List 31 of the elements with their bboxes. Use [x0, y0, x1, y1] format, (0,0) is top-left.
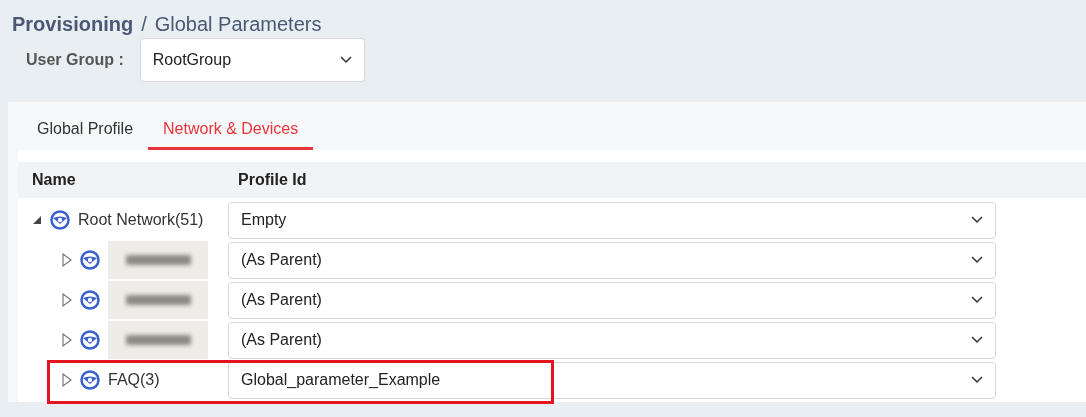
- network-icon: [50, 210, 70, 230]
- tab[interactable]: Global Profile: [22, 110, 149, 150]
- profile-select[interactable]: (As Parent): [228, 241, 996, 279]
- breadcrumb-link[interactable]: Provisioning: [12, 9, 134, 39]
- collapse-icon[interactable]: [32, 215, 42, 225]
- network-icon: [80, 370, 100, 390]
- network-icon: [80, 250, 100, 270]
- breadcrumb-separator: /: [141, 12, 147, 37]
- chevron-down-icon: [971, 256, 983, 264]
- page-title: Global Parameters: [154, 12, 322, 37]
- chevron-down-icon: [971, 296, 983, 304]
- chevron-down-icon: [339, 56, 352, 64]
- expand-icon[interactable]: [62, 253, 72, 267]
- column-header: Name: [31, 170, 77, 190]
- profile-select[interactable]: (As Parent): [228, 321, 996, 359]
- profile-select[interactable]: Global_parameter_Example: [228, 361, 996, 399]
- network-icon: [80, 330, 100, 350]
- chevron-down-icon: [971, 216, 983, 224]
- chevron-down-icon: [971, 336, 983, 344]
- user-group-select[interactable]: RootGroup: [139, 38, 365, 82]
- network-name[interactable]: Root Network(51): [78, 208, 204, 232]
- chevron-down-icon: [971, 376, 983, 384]
- expand-icon[interactable]: [62, 373, 72, 387]
- field-label: User Group :: [26, 50, 124, 70]
- column-header: Profile Id: [237, 170, 307, 190]
- profile-select[interactable]: (As Parent): [228, 281, 996, 319]
- expand-icon[interactable]: [62, 293, 72, 307]
- expand-icon[interactable]: [62, 333, 72, 347]
- network-icon: [80, 290, 100, 310]
- network-name[interactable]: FAQ(3): [108, 368, 160, 392]
- profile-select[interactable]: Empty: [228, 201, 996, 239]
